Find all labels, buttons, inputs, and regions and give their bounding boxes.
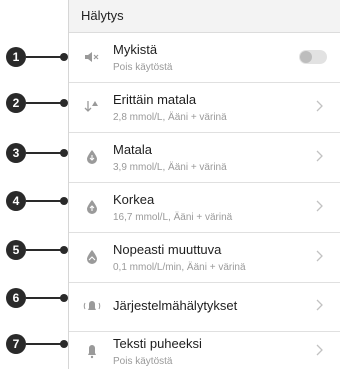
rapid-change-icon — [83, 247, 101, 267]
callout-dot — [60, 53, 68, 61]
chevron-right-icon — [315, 200, 327, 214]
callout-dot — [60, 246, 68, 254]
row-high[interactable]: Korkea 16,7 mmol/L, Ääni + värinä — [69, 183, 340, 233]
callout-leader — [26, 56, 62, 58]
system-alert-icon — [83, 296, 101, 316]
callout-leader — [26, 297, 62, 299]
callout-4: 4 — [6, 191, 26, 211]
callout-leader — [26, 249, 62, 251]
row-rapid-change[interactable]: Nopeasti muuttuva 0,1 mmol/L/min, Ääni +… — [69, 233, 340, 283]
row-subtitle: 3,9 mmol/L, Ääni + värinä — [113, 162, 227, 173]
alarm-settings-panel: Hälytys Mykistä Pois käytöstä Erittäin m… — [68, 0, 340, 369]
callout-2: 2 — [6, 93, 26, 113]
callout-leader — [26, 102, 62, 104]
callout-dot — [60, 149, 68, 157]
row-subtitle: Pois käytöstä — [113, 62, 173, 73]
low-drop-icon — [83, 147, 101, 167]
mute-toggle[interactable] — [299, 50, 327, 64]
mute-icon — [83, 47, 101, 67]
section-title: Hälytys — [81, 8, 124, 23]
chevron-right-icon — [315, 250, 327, 264]
callout-6: 6 — [6, 288, 26, 308]
row-system-alerts[interactable]: Järjestelmähälytykset — [69, 282, 340, 332]
chevron-right-icon — [315, 150, 327, 164]
row-title: Teksti puheeksi — [113, 336, 202, 351]
callout-1: 1 — [6, 47, 26, 67]
row-subtitle: Pois käytöstä — [113, 356, 173, 367]
callout-leader — [26, 343, 62, 345]
chevron-right-icon — [315, 344, 327, 358]
row-title: Korkea — [113, 192, 155, 207]
toggle-knob — [300, 51, 312, 63]
high-drop-icon — [83, 197, 101, 217]
very-low-icon — [83, 97, 101, 117]
callout-7: 7 — [6, 334, 26, 354]
callout-dot — [60, 197, 68, 205]
row-low[interactable]: Matala 3,9 mmol/L, Ääni + värinä — [69, 133, 340, 183]
row-very-low[interactable]: Erittäin matala 2,8 mmol/L, Ääni + värin… — [69, 83, 340, 133]
row-title: Nopeasti muuttuva — [113, 242, 222, 257]
row-mute[interactable]: Mykistä Pois käytöstä — [69, 33, 340, 83]
row-subtitle: 2,8 mmol/L, Ääni + värinä — [113, 112, 227, 123]
row-subtitle: 16,7 mmol/L, Ääni + värinä — [113, 212, 233, 223]
text-to-speech-icon — [83, 341, 101, 361]
callout-5: 5 — [6, 240, 26, 260]
callout-dot — [60, 99, 68, 107]
row-title: Erittäin matala — [113, 92, 197, 107]
row-subtitle: 0,1 mmol/L/min, Ääni + värinä — [113, 262, 246, 273]
callout-3: 3 — [6, 143, 26, 163]
row-title: Järjestelmähälytykset — [113, 298, 238, 313]
row-title: Matala — [113, 142, 153, 157]
callout-leader — [26, 200, 62, 202]
chevron-right-icon — [315, 100, 327, 114]
callout-dot — [60, 340, 68, 348]
callout-dot — [60, 294, 68, 302]
callout-leader — [26, 152, 62, 154]
chevron-right-icon — [315, 299, 327, 313]
section-header: Hälytys — [69, 0, 340, 33]
row-title: Mykistä — [113, 42, 158, 57]
